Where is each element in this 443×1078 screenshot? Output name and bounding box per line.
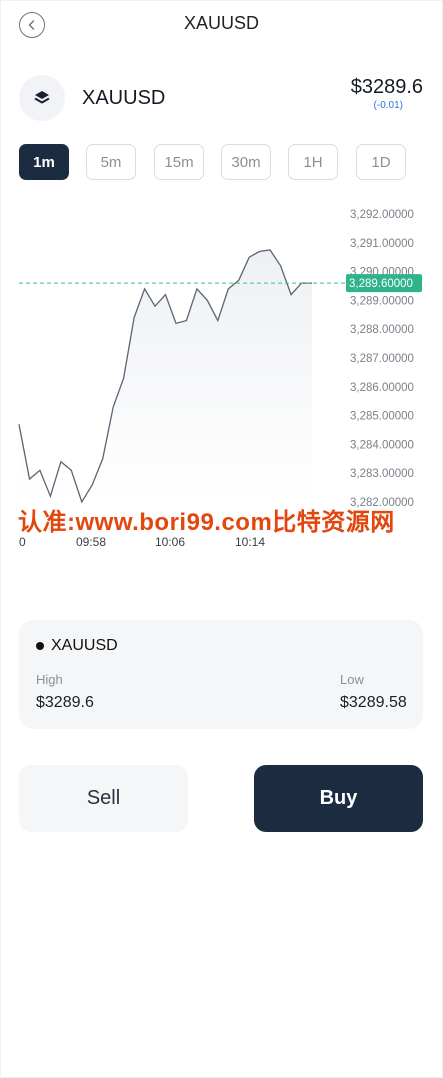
y-tick-label: 3,286.00000: [350, 382, 414, 394]
buy-button[interactable]: Buy: [254, 765, 423, 832]
x-tick-label: 10:14: [235, 535, 265, 549]
y-tick-label: 3,289.00000: [350, 295, 414, 307]
y-tick-label: 3,284.00000: [350, 439, 414, 451]
y-tick-label: 3,285.00000: [350, 411, 414, 423]
x-tick-label: 09:58: [76, 535, 106, 549]
timeframe-1h[interactable]: 1H: [288, 144, 338, 180]
y-tick-label: 3,291.00000: [350, 238, 414, 250]
x-tick-label: 0: [19, 535, 26, 549]
dot-icon: [36, 642, 44, 650]
sell-button[interactable]: Sell: [19, 765, 188, 832]
asset-price: $3289.6: [350, 76, 423, 98]
asset-header: XAUUSD $3289.6 (-0.01): [19, 74, 423, 122]
page-title: XAUUSD: [183, 13, 259, 33]
y-tick-label: 3,283.00000: [350, 468, 414, 480]
low-label: Low: [340, 672, 364, 687]
timeframe-30m[interactable]: 30m: [221, 144, 271, 180]
asset-name: XAUUSD: [82, 87, 166, 109]
timeframe-15m[interactable]: 15m: [154, 144, 204, 180]
low-value: $3289.58: [340, 694, 407, 711]
timeframe-5m[interactable]: 5m: [86, 144, 136, 180]
y-tick-label: 3,292.00000: [350, 209, 414, 221]
top-bar: XAUUSD: [0, 0, 443, 50]
timeframe-1m[interactable]: 1m: [19, 144, 69, 180]
y-tick-label: 3,287.00000: [350, 353, 414, 365]
summary-symbol: XAUUSD: [36, 637, 118, 655]
watermark-text: 认准:www.bori99.com比特资源网: [18, 509, 395, 536]
high-value: $3289.6: [36, 694, 94, 711]
current-price-badge: 3,289.60000: [346, 274, 422, 293]
timeframe-1d[interactable]: 1D: [356, 144, 406, 180]
y-tick-label: 3,288.00000: [350, 324, 414, 336]
asset-logo: [19, 75, 65, 121]
layers-icon: [34, 91, 50, 104]
timeframe-selector: 1m 5m 15m 30m 1H 1D: [19, 144, 423, 180]
high-label: High: [36, 672, 63, 687]
x-tick-label: 10:06: [155, 535, 185, 549]
price-summary-card: XAUUSD High $3289.6 Low $3289.58: [19, 620, 423, 729]
asset-change: (-0.01): [373, 100, 403, 111]
current-price-label: 3,289.60000: [349, 278, 413, 290]
summary-symbol-label: XAUUSD: [51, 637, 118, 654]
